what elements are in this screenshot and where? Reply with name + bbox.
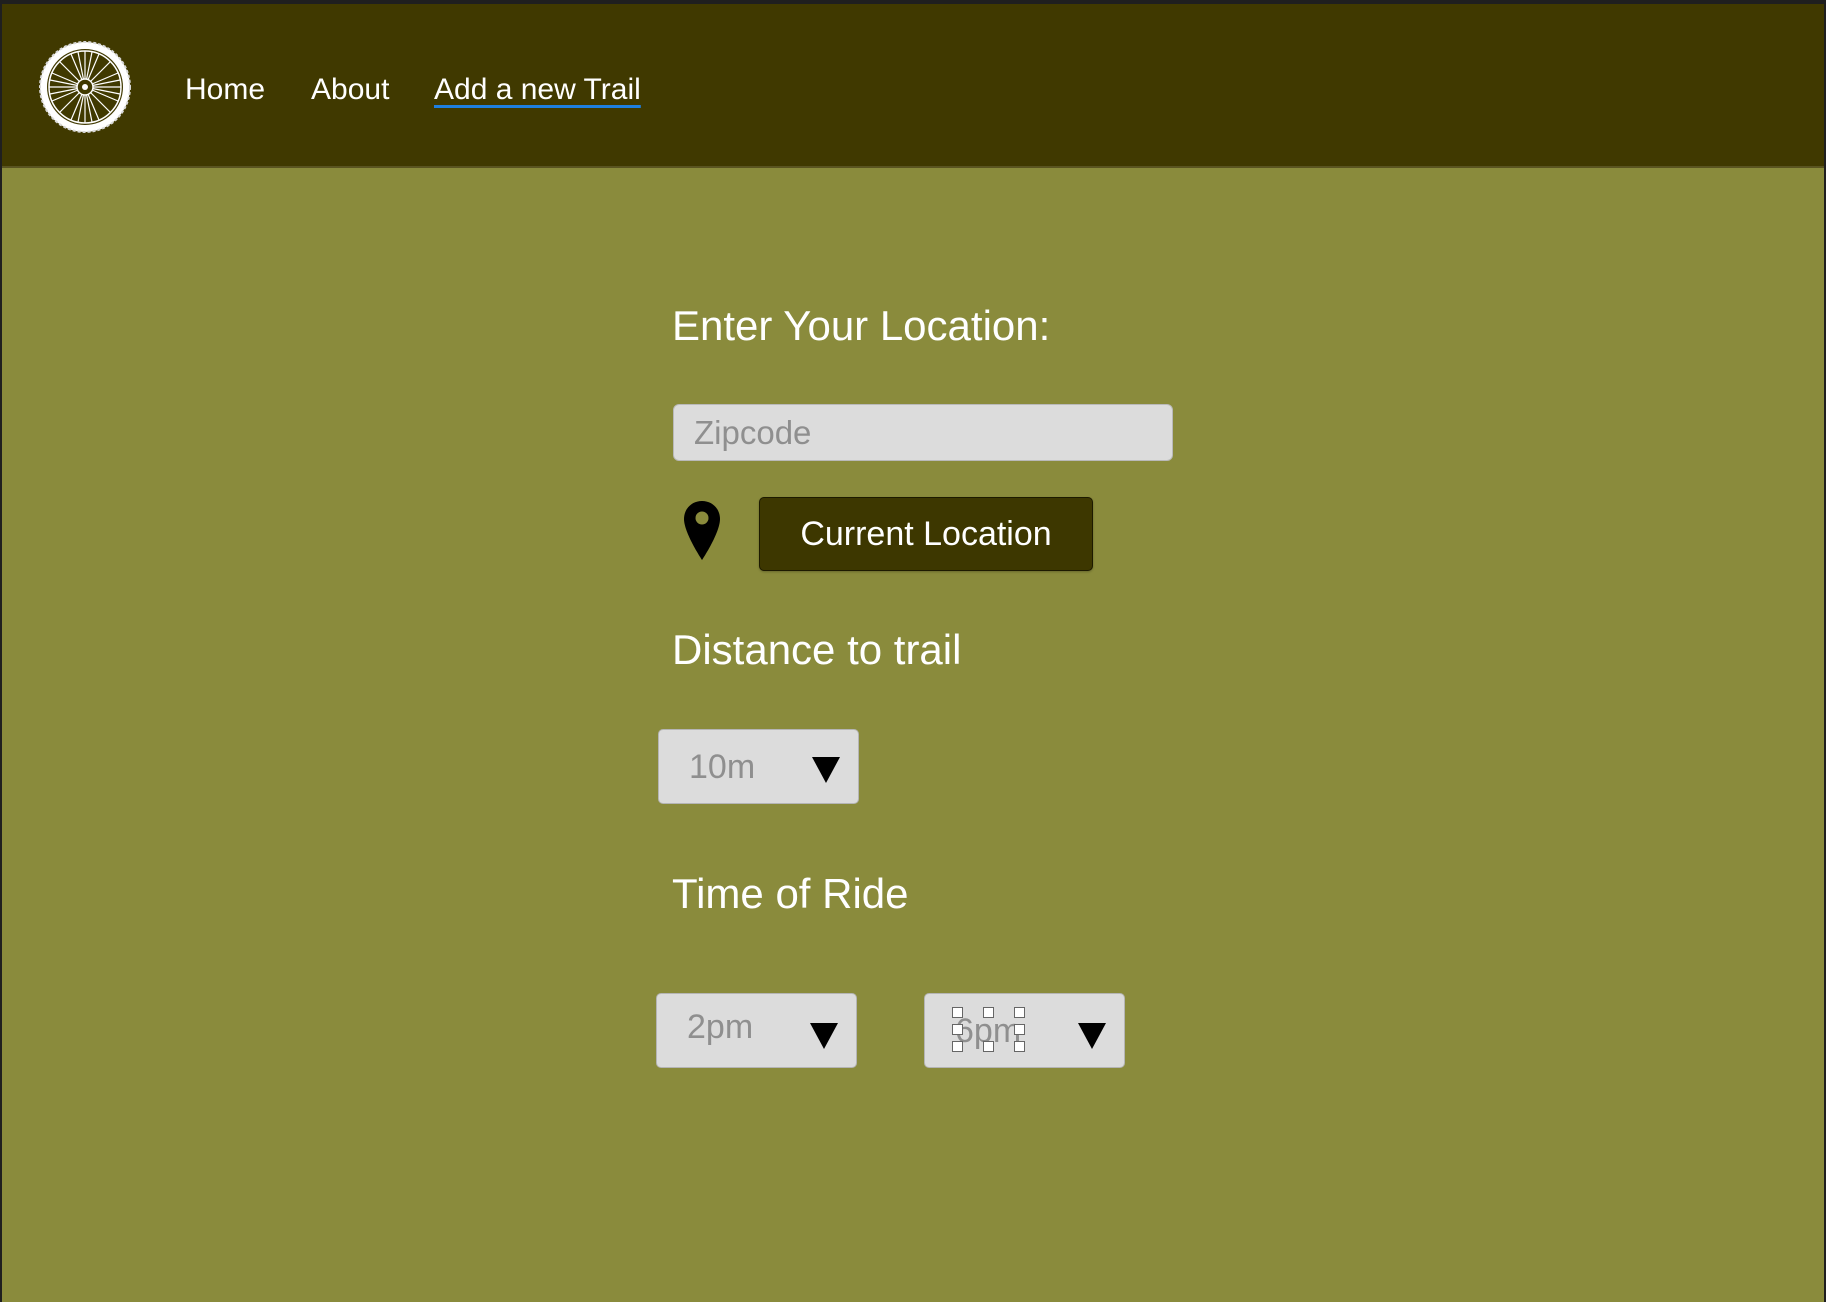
dropdown-arrow-icon: [812, 757, 840, 783]
location-heading: Enter Your Location:: [672, 302, 1051, 349]
start-time-select[interactable]: 2pm: [656, 993, 857, 1068]
distance-select-value: 10m: [689, 748, 756, 786]
nav-link-home[interactable]: Home: [185, 70, 265, 110]
zipcode-input[interactable]: [673, 404, 1173, 461]
page-frame: Home About Add a new Trail Enter Your Lo…: [2, 4, 1824, 1302]
time-heading: Time of Ride: [672, 870, 909, 917]
current-location-button[interactable]: Current Location: [759, 497, 1093, 571]
map-pin-icon: [682, 500, 722, 562]
distance-heading: Distance to trail: [672, 626, 962, 673]
nav-link-about[interactable]: About: [311, 70, 389, 110]
end-time-value: 6pm: [955, 1012, 1022, 1050]
dropdown-arrow-icon: [810, 1023, 838, 1049]
dropdown-arrow-icon: [1078, 1023, 1106, 1049]
start-time-value: 2pm: [687, 1008, 754, 1046]
end-time-select[interactable]: 6pm: [924, 993, 1125, 1068]
nav-link-add-trail[interactable]: Add a new Trail: [434, 70, 641, 110]
distance-select[interactable]: 10m: [658, 729, 859, 804]
navbar: Home About Add a new Trail: [2, 4, 1824, 168]
bike-wheel-icon[interactable]: [38, 40, 132, 134]
